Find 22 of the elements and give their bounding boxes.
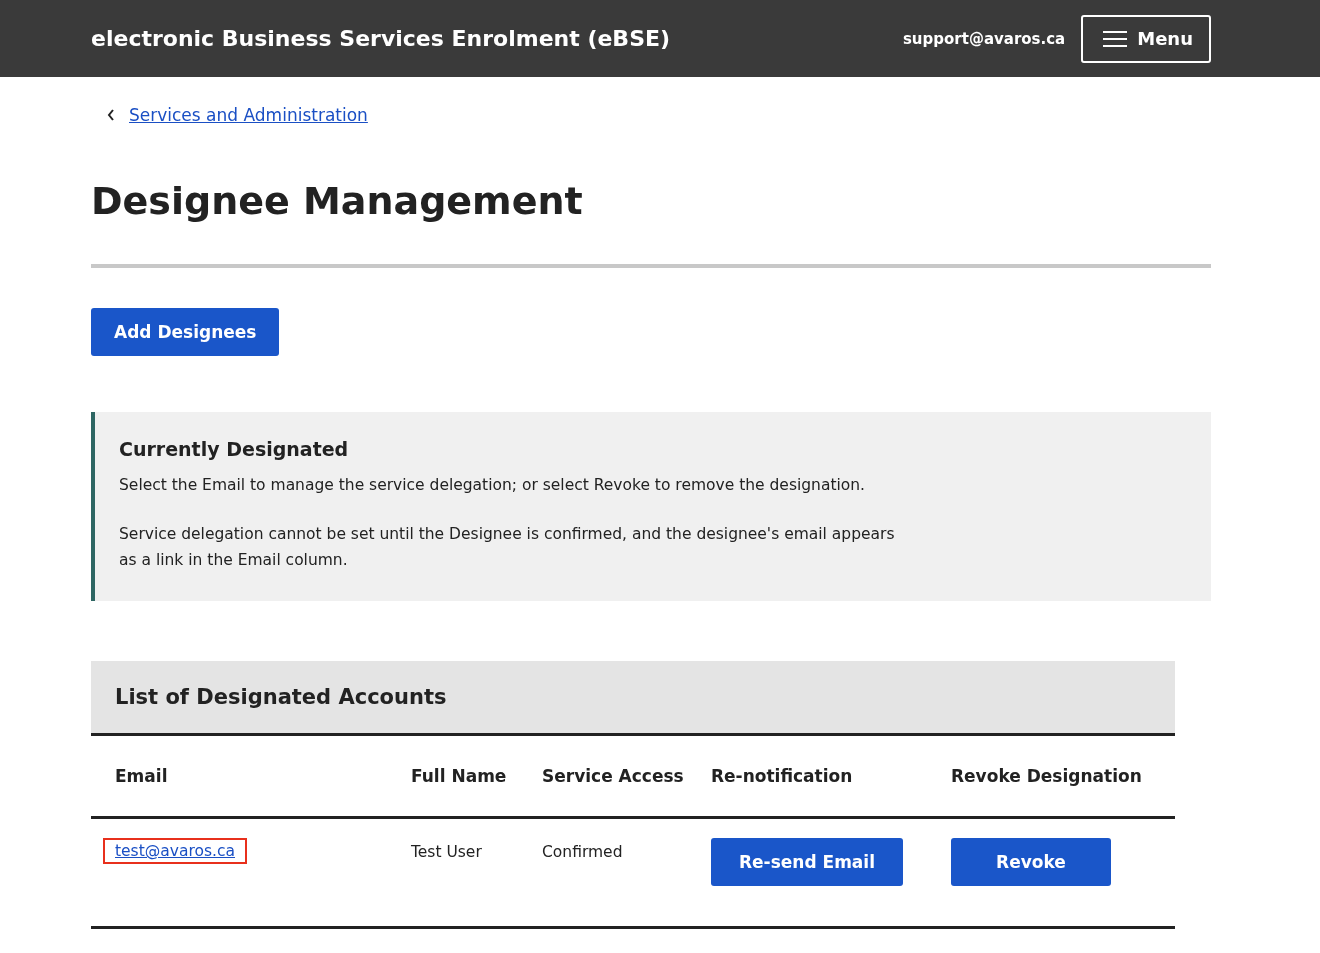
column-header: Revoke Designation bbox=[951, 766, 1143, 786]
panel-title: Currently Designated bbox=[119, 438, 350, 460]
resend-email-button[interactable]: Re-send Email bbox=[711, 838, 903, 886]
table-cell-text: Test User bbox=[411, 842, 483, 861]
breadcrumb-link[interactable]: Services and Administration bbox=[129, 105, 368, 125]
table-cell-text: Confirmed bbox=[542, 842, 624, 861]
chevron-left-icon bbox=[107, 109, 115, 121]
page-title: Designee Management bbox=[91, 179, 584, 223]
column-header: Service Access bbox=[542, 766, 685, 786]
menu-button[interactable]: Menu bbox=[1081, 14, 1211, 63]
menu-icon bbox=[1103, 30, 1128, 47]
add-designees-button[interactable]: Add Designees bbox=[91, 308, 280, 356]
panel-text: Select the Email to manage the service delegation; or select Revoke to remove the designation. bbox=[119, 475, 867, 496]
revoke-button[interactable]: Revoke bbox=[951, 838, 1111, 886]
column-header: Email bbox=[114, 766, 169, 786]
column-header: Full Name bbox=[411, 766, 508, 786]
site-title: electronic Business Services Enrolment (eBSE) bbox=[91, 26, 671, 51]
email-link[interactable]: test@avaros.ca bbox=[103, 838, 247, 864]
table-caption: List of Designated Accounts bbox=[91, 661, 1175, 736]
panel-text: Service delegation cannot be set until the Designee is confirmed, and the designee's email appears as a link in the Email column. bbox=[119, 524, 896, 571]
column-header: Re-notification bbox=[711, 766, 854, 786]
support-email-link[interactable]: support@avaros.ca bbox=[902, 29, 1066, 48]
